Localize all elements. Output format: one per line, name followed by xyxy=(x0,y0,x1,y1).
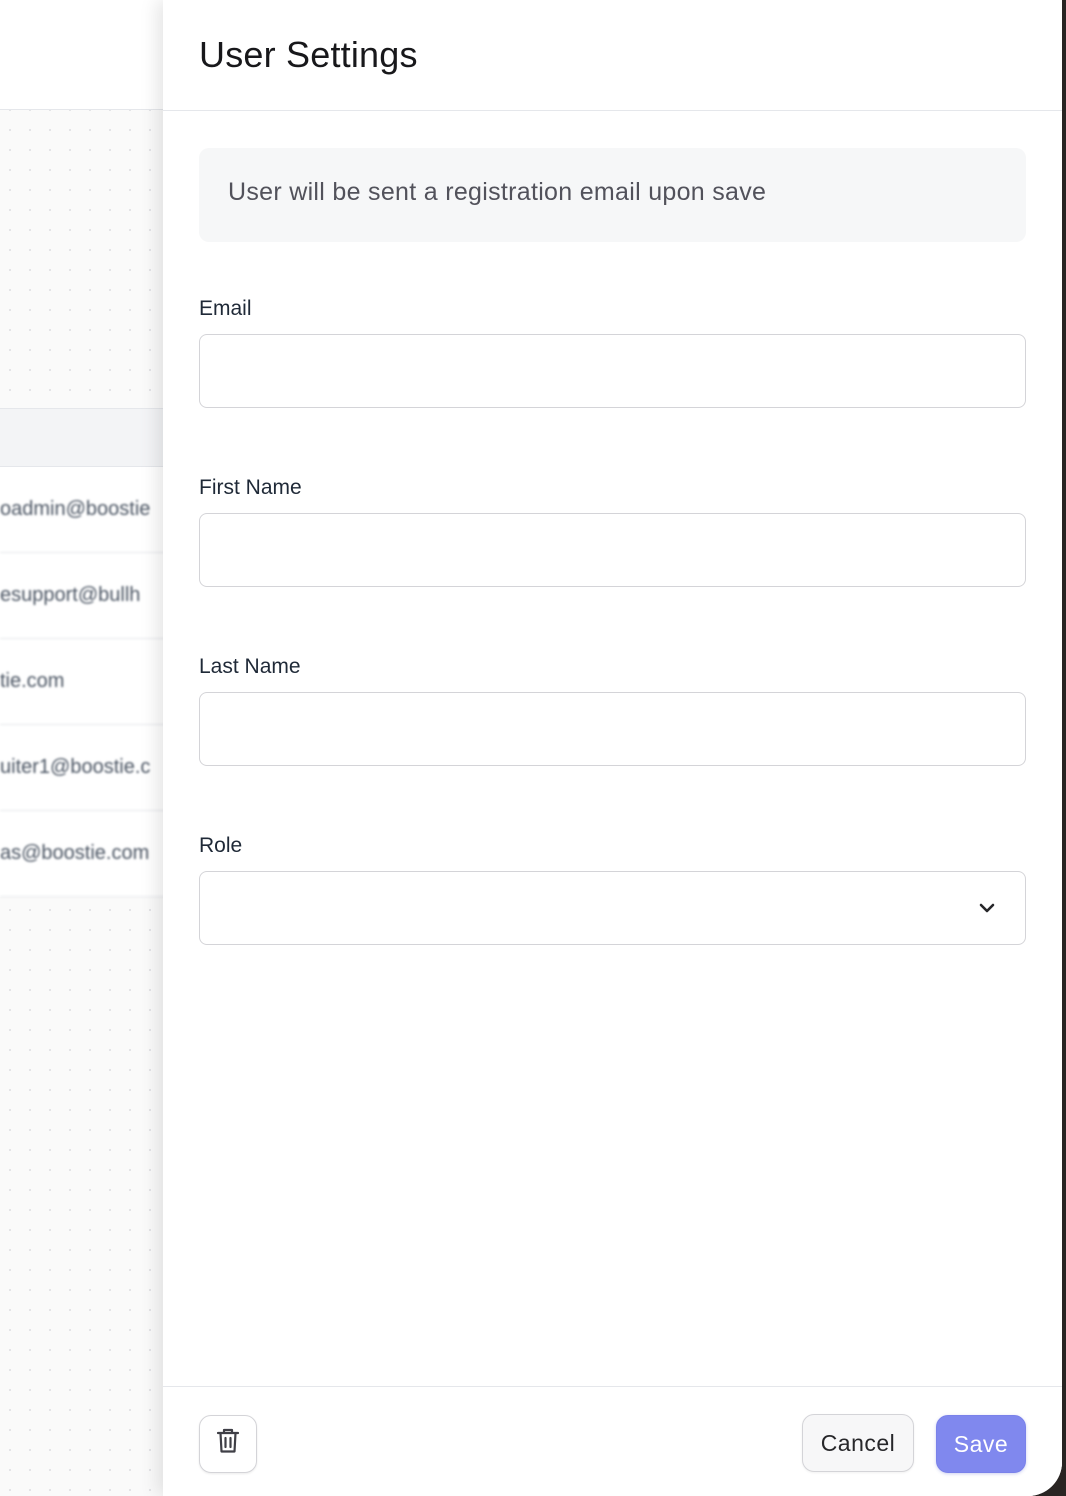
role-select[interactable] xyxy=(199,871,1026,945)
delete-user-button[interactable] xyxy=(199,1415,257,1473)
table-cell-email: esupport@bullh xyxy=(0,584,141,606)
table-cell-email: as@boostie.com xyxy=(0,842,150,864)
info-message-box: User will be sent a registration email u… xyxy=(199,148,1026,242)
cancel-button[interactable]: Cancel xyxy=(802,1414,914,1472)
drawer-body: User will be sent a registration email u… xyxy=(163,111,1062,242)
email-field[interactable] xyxy=(199,334,1026,408)
role-field-group: Role xyxy=(199,833,1026,945)
first-name-field[interactable] xyxy=(199,513,1026,587)
user-settings-drawer: User Settings User will be sent a regist… xyxy=(163,0,1062,1496)
table-cell-email: oadmin@boostie xyxy=(0,498,151,520)
last-name-field-group: Last Name xyxy=(199,654,1026,766)
email-label: Email xyxy=(199,297,252,320)
email-field-group: Email xyxy=(199,296,1026,408)
drawer-header: User Settings xyxy=(163,0,1062,111)
drawer-footer: Cancel Save xyxy=(163,1386,1062,1496)
role-label: Role xyxy=(199,834,243,857)
drawer-title: User Settings xyxy=(199,34,418,75)
last-name-field[interactable] xyxy=(199,692,1026,766)
first-name-field-group: First Name xyxy=(199,475,1026,587)
last-name-label: Last Name xyxy=(199,655,301,678)
table-cell-email: uiter1@boostie.c xyxy=(0,756,151,778)
chevron-down-icon xyxy=(977,898,997,918)
screen: oadmin@boostie esupport@bullh tie.com ui… xyxy=(0,0,1066,1496)
table-cell-email: tie.com xyxy=(0,670,65,692)
first-name-label: First Name xyxy=(199,476,302,499)
trash-icon xyxy=(215,1427,241,1461)
info-message-text: User will be sent a registration email u… xyxy=(228,178,767,206)
save-button[interactable]: Save xyxy=(936,1415,1026,1473)
